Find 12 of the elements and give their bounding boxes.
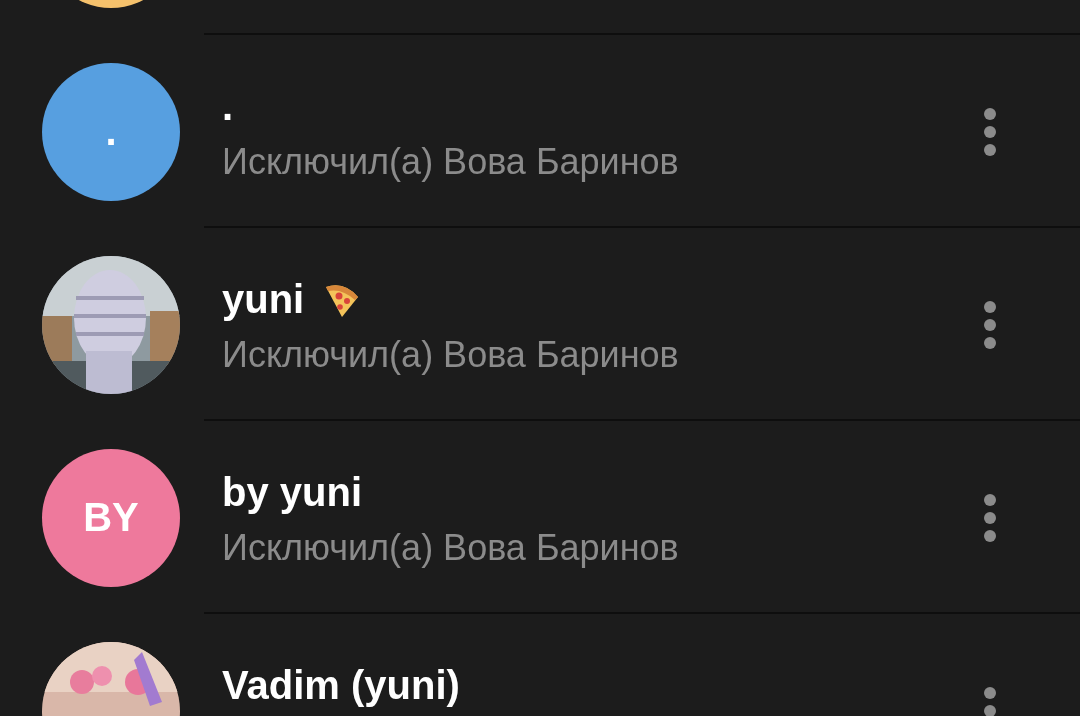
avatar-initials: BY [83,495,139,540]
more-menu-icon[interactable] [984,300,996,349]
avatar-initials: . [105,109,117,154]
member-status: Исключил(а) Вова Баринов [222,334,680,376]
member-status: Исключил(а) Вова Баринов [222,141,680,183]
member-name: by yuni [222,469,363,515]
member-status: Исключил(а) Вова Баринов [222,527,680,569]
more-menu-icon[interactable] [984,107,996,156]
member-name: yuni [222,276,305,322]
more-menu-icon[interactable] [984,493,996,542]
member-name: Vadim (yuni) [222,662,460,708]
member-name: . [222,83,234,129]
